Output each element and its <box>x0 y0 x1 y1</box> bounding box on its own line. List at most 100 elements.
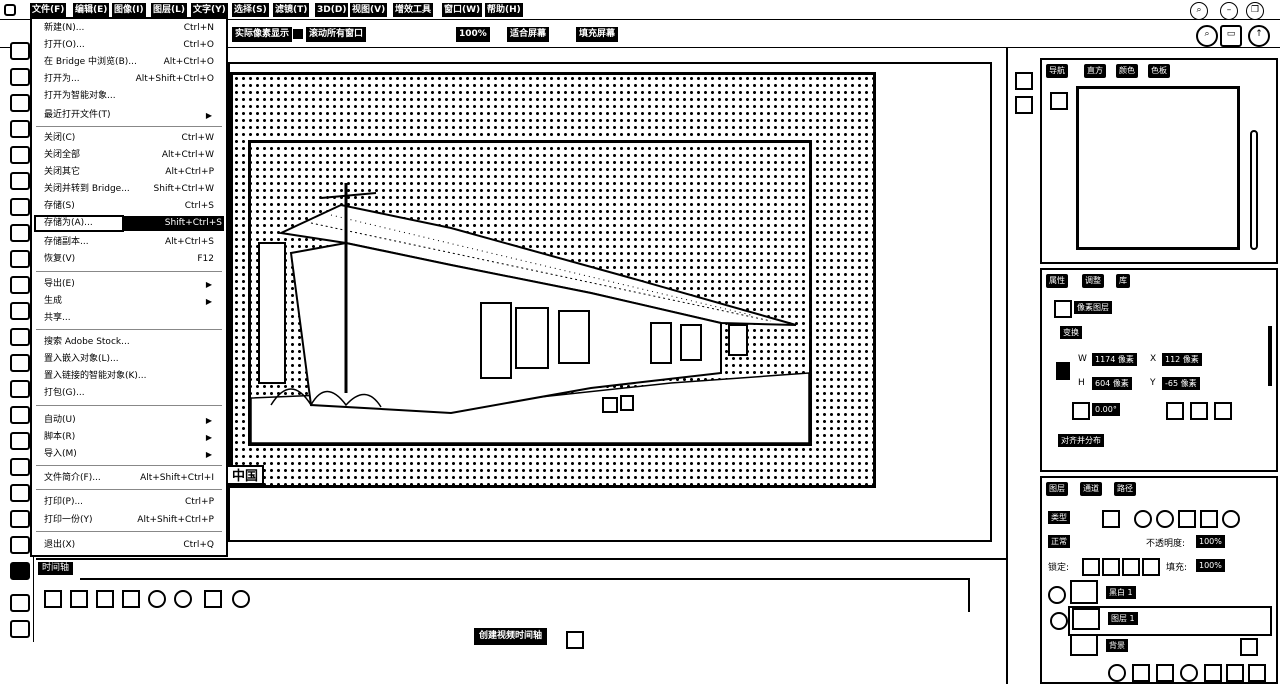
crop-tool-icon[interactable] <box>10 146 30 164</box>
align-distribute-button[interactable]: 对齐并分布 <box>1058 434 1104 447</box>
opacity-field[interactable]: 100% <box>1196 535 1225 548</box>
menu-item-new[interactable]: 新建(N)... Ctrl+N <box>44 21 214 36</box>
quick-select-tool-icon[interactable] <box>10 120 30 138</box>
filter-type-icon[interactable] <box>1156 510 1174 528</box>
fx-icon[interactable] <box>1132 664 1150 682</box>
actual-pixels-button[interactable]: 实际像素显示 <box>232 27 293 42</box>
new-layer-icon[interactable] <box>1226 664 1244 682</box>
filter-shape-icon[interactable] <box>1178 510 1196 528</box>
tab-swatches[interactable]: 色板 <box>1148 64 1170 78</box>
tab-color[interactable]: 颜色 <box>1116 64 1138 78</box>
screen-mode-icon[interactable] <box>10 620 30 638</box>
width-field[interactable]: 1174 像素 <box>1092 353 1137 366</box>
menu-item-generate[interactable]: 生成 ▶ <box>44 294 214 309</box>
filter-adjust-icon[interactable] <box>1134 510 1152 528</box>
flip-horizontal-icon[interactable] <box>1166 402 1184 420</box>
visibility-eye-icon[interactable] <box>1048 586 1066 604</box>
menu-filter[interactable]: 滤镜(T) <box>273 3 310 17</box>
timeline-dropdown-icon[interactable] <box>566 631 584 649</box>
brush-tool-icon[interactable] <box>10 250 30 268</box>
color-swatch-icon[interactable] <box>1050 92 1068 110</box>
menu-type[interactable]: 文字(Y) <box>191 3 228 17</box>
menu-item-browse-bridge[interactable]: 在 Bridge 中浏览(B)... Alt+Ctrl+O <box>44 55 214 70</box>
tab-histogram[interactable]: 直方 <box>1084 64 1106 78</box>
tab-libraries[interactable]: 库 <box>1116 274 1130 288</box>
height-field[interactable]: 604 像素 <box>1092 377 1132 390</box>
menu-item-place-linked[interactable]: 置入链接的智能对象(K)... <box>44 369 214 384</box>
dodge-tool-icon[interactable] <box>10 406 30 424</box>
filter-smart-icon[interactable] <box>1200 510 1218 528</box>
trash-icon[interactable] <box>1248 664 1266 682</box>
tab-layers[interactable]: 图层 <box>1046 482 1068 496</box>
menu-item-save-copy[interactable]: 存储副本... Alt+Ctrl+S <box>44 235 214 250</box>
menu-select[interactable]: 选择(S) <box>232 3 269 17</box>
restore-button[interactable]: ❐ <box>1246 2 1264 20</box>
history-brush-tool-icon[interactable] <box>10 302 30 320</box>
lock-position-icon[interactable] <box>1122 558 1140 576</box>
fill-screen-button[interactable]: 填充屏幕 <box>576 27 619 42</box>
zoom-slider[interactable] <box>1250 130 1258 250</box>
menu-item-import[interactable]: 导入(M) ▶ <box>44 447 214 462</box>
lock-paint-icon[interactable] <box>1102 558 1120 576</box>
stamp-tool-icon[interactable] <box>10 276 30 294</box>
first-frame-icon[interactable] <box>44 590 62 608</box>
eyedropper-tool-icon[interactable] <box>10 198 30 216</box>
menu-item-close[interactable]: 关闭(C) Ctrl+W <box>44 131 214 146</box>
x-field[interactable]: 112 像素 <box>1162 353 1202 366</box>
share-icon[interactable]: ↑ <box>1248 25 1270 47</box>
pen-tool-icon[interactable] <box>10 432 30 450</box>
adjustment-icon[interactable] <box>1180 664 1198 682</box>
flip-vertical-icon[interactable] <box>1190 402 1208 420</box>
navigator-preview[interactable] <box>1076 86 1240 250</box>
menu-item-scripts[interactable]: 脚本(R) ▶ <box>44 430 214 445</box>
menu-item-close-bridge[interactable]: 关闭并转到 Bridge... Shift+Ctrl+W <box>44 182 214 197</box>
search-icon[interactable]: ⌕ <box>1196 25 1218 47</box>
menu-item-recent[interactable]: 最近打开文件(T) ▶ <box>44 108 214 123</box>
layer-row-selected[interactable]: 图层 1 <box>1050 606 1272 636</box>
path-select-tool-icon[interactable] <box>10 484 30 502</box>
menu-item-share[interactable]: 共享... <box>44 311 214 326</box>
menu-plugins[interactable]: 增效工具 <box>393 3 434 17</box>
mask-icon[interactable] <box>1156 664 1174 682</box>
timeline-tab[interactable]: 时间轴 <box>38 562 74 575</box>
menu-window[interactable]: 窗口(W) <box>442 3 483 17</box>
menu-3d[interactable]: 3D(D) <box>315 3 349 17</box>
transition-icon[interactable] <box>232 590 250 608</box>
menu-edit[interactable]: 编辑(E) <box>73 3 110 17</box>
frame-tool-icon[interactable] <box>10 172 30 190</box>
layer-filter-select[interactable]: 类型 <box>1048 511 1070 524</box>
shape-tool-icon[interactable] <box>10 510 30 528</box>
layer-name[interactable]: 图层 1 <box>1108 612 1138 625</box>
menu-item-print[interactable]: 打印(P)... Ctrl+P <box>44 495 214 510</box>
blur-tool-icon[interactable] <box>10 380 30 398</box>
zoom-field[interactable]: 100% <box>456 27 490 42</box>
move-tool-icon[interactable] <box>10 42 30 60</box>
gradient-tool-icon[interactable] <box>10 354 30 372</box>
menu-item-open-smart[interactable]: 打开为智能对象... <box>44 89 214 104</box>
settings-icon[interactable] <box>174 590 192 608</box>
y-field[interactable]: -65 像素 <box>1162 377 1200 390</box>
layer-name[interactable]: 黑白 1 <box>1106 586 1136 599</box>
split-icon[interactable] <box>204 590 222 608</box>
menu-item-package[interactable]: 打包(G)... <box>44 386 214 401</box>
menu-image[interactable]: 图像(I) <box>112 3 146 17</box>
menu-item-export[interactable]: 导出(E) ▶ <box>44 277 214 292</box>
lasso-tool-icon[interactable] <box>10 94 30 112</box>
menu-layer[interactable]: 图层(L) <box>151 3 187 17</box>
menu-item-exit[interactable]: 退出(X) Ctrl+Q <box>44 538 214 553</box>
tab-paths[interactable]: 路径 <box>1114 482 1136 496</box>
rotate-icon[interactable] <box>1214 402 1232 420</box>
healing-tool-icon[interactable] <box>10 224 30 242</box>
quick-mask-icon[interactable] <box>10 594 30 612</box>
minimize-button[interactable]: – <box>1220 2 1238 20</box>
menu-item-file-info[interactable]: 文件简介(F)... Alt+Shift+Ctrl+I <box>44 471 214 486</box>
layer-name[interactable]: 背景 <box>1106 639 1128 652</box>
menu-item-close-others[interactable]: 关闭其它 Alt+Ctrl+P <box>44 165 214 180</box>
group-icon[interactable] <box>1204 664 1222 682</box>
lock-artboard-icon[interactable] <box>1142 558 1160 576</box>
lock-icon[interactable] <box>1240 638 1258 656</box>
fill-field[interactable]: 100% <box>1196 559 1225 572</box>
history-panel-icon[interactable] <box>1015 72 1033 90</box>
menu-item-save[interactable]: 存储(S) Ctrl+S <box>44 199 214 214</box>
tab-adjustments[interactable]: 调整 <box>1082 274 1104 288</box>
